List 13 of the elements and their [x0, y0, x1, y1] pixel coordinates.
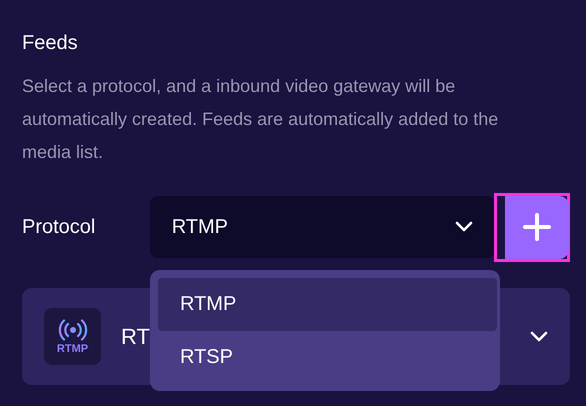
- protocol-dropdown[interactable]: RTMP: [150, 196, 495, 258]
- plus-icon: [523, 213, 551, 241]
- section-description: Select a protocol, and a inbound video gateway will be automatically created. Feeds are automatically added to the media list.: [22, 75, 500, 164]
- protocol-label: RTMP: [56, 342, 88, 354]
- section-title: Feeds: [22, 31, 79, 56]
- broadcast-icon: [58, 318, 88, 340]
- add-button[interactable]: [505, 196, 569, 258]
- chevron-down-icon[interactable]: [530, 330, 548, 342]
- dropdown-option[interactable]: RTSP: [158, 331, 497, 384]
- dropdown-option[interactable]: RTMP: [158, 278, 497, 331]
- chevron-down-icon[interactable]: [455, 221, 473, 233]
- feed-name: RT: [121, 324, 151, 350]
- field-label: Protocol: [22, 216, 96, 238]
